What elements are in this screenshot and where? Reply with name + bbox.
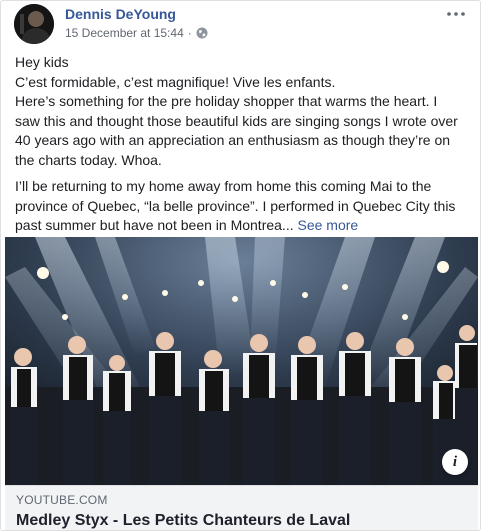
text-line: Hey kids [15,54,69,70]
author-name[interactable]: Dennis DeYoung [65,6,176,22]
text-line: I’ll be returning to my home away from h… [15,178,432,194]
more-options-button[interactable] [444,4,468,20]
text-line: past summer but have not been in Montrea… [15,217,294,233]
info-button[interactable]: i [442,449,468,475]
globe-icon[interactable] [196,27,208,39]
post-header: Dennis DeYoung 15 December at 15:44 · [1,1,480,47]
post-card: Dennis DeYoung 15 December at 15:44 · He… [0,0,481,531]
video-thumbnail[interactable]: i [5,237,478,485]
avatar[interactable] [14,4,54,44]
post-paragraph-1: Hey kids C’est formidable, c’est magnifi… [15,53,475,170]
meta-separator: · [187,26,192,40]
info-icon: i [452,453,458,470]
text-line: Here’s something for the pre holiday sho… [15,93,438,109]
post-text: Hey kids C’est formidable, c’est magnifi… [15,53,475,236]
text-line: 40 years ago with an appreciation an ent… [15,132,451,148]
post-paragraph-2: I’ll be returning to my home away from h… [15,177,475,236]
link-preview[interactable]: YOUTUBE.COM Medley Styx - Les Petits Cha… [5,485,478,530]
text-line: province of Quebec, “la belle province”.… [15,197,456,214]
text-line: C’est formidable, c’est magnifique! Vive… [15,73,336,90]
see-more-link[interactable]: See more [298,217,359,233]
link-domain: YOUTUBE.COM [16,493,108,507]
more-dots-icon [447,3,465,21]
text-line: the charts today. Whoa. [15,151,162,168]
link-title[interactable]: Medley Styx - Les Petits Chanteurs de La… [16,512,350,530]
text-line: saw this and thought those beautiful kid… [15,112,458,129]
post-timestamp[interactable]: 15 December at 15:44 [65,26,184,40]
post-meta: 15 December at 15:44 · [65,26,208,40]
